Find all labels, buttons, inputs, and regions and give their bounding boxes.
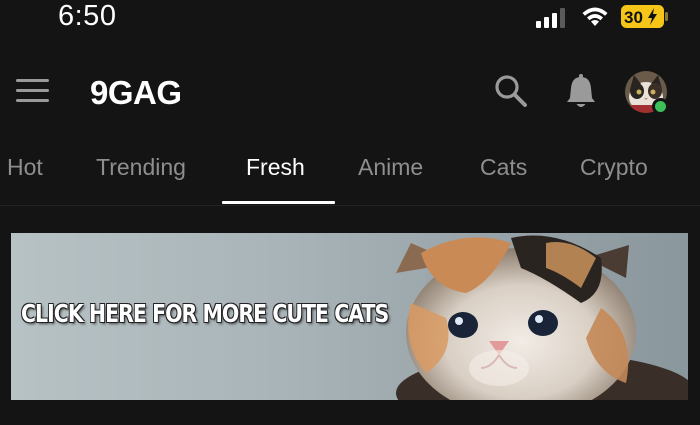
search-icon[interactable] (494, 74, 528, 108)
tab-crypto[interactable]: Crypto (580, 154, 648, 181)
tab-hot[interactable]: Hot (7, 154, 43, 181)
signal-icon (536, 8, 565, 28)
status-bar: 6:50 30 (0, 0, 700, 44)
app-header: 9GAG (0, 62, 700, 126)
promo-banner[interactable]: CLICK HERE FOR MORE CUTE CATS (11, 233, 688, 400)
wifi-icon (582, 7, 608, 26)
banner-text: CLICK HERE FOR MORE CUTE CATS (21, 299, 389, 328)
battery-level: 30 (624, 8, 643, 27)
status-time: 6:50 (58, 0, 117, 32)
menu-icon (16, 79, 49, 82)
battery-icon: 30 (621, 5, 668, 28)
kitten-image (396, 235, 688, 400)
category-tabs: Hot Trending Fresh Anime Cats Crypto (0, 146, 700, 206)
tab-anime[interactable]: Anime (358, 154, 423, 181)
menu-button[interactable] (16, 79, 49, 103)
avatar[interactable] (625, 71, 669, 115)
tab-fresh[interactable]: Fresh (246, 154, 305, 181)
online-status-dot (652, 98, 669, 115)
active-tab-indicator (222, 201, 335, 204)
tab-cats[interactable]: Cats (480, 154, 527, 181)
app-logo[interactable]: 9GAG (90, 74, 182, 112)
bell-icon[interactable] (565, 74, 597, 110)
tab-trending[interactable]: Trending (96, 154, 186, 181)
